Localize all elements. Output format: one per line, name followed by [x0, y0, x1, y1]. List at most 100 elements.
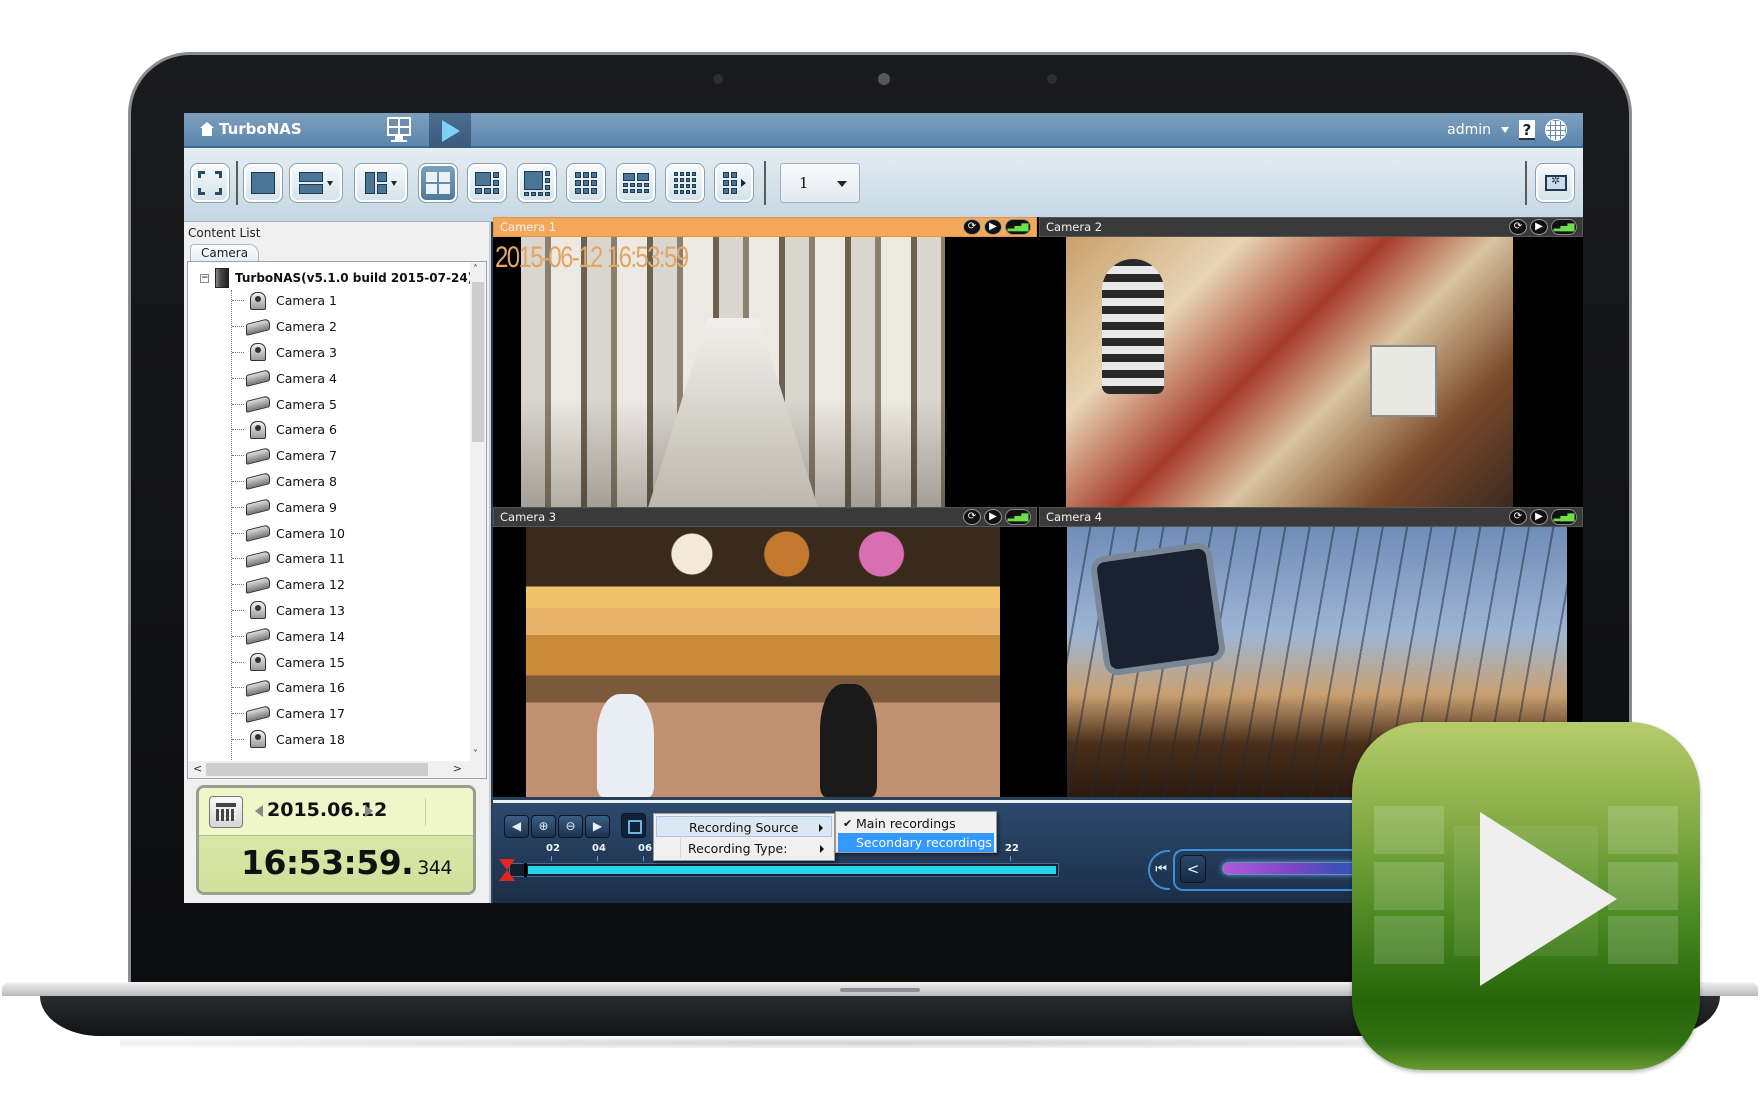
context-menu: Recording Source Recording Type: [653, 813, 835, 861]
camera-list-item[interactable]: Camera 1 [232, 288, 345, 314]
recording-source-submenu: ✔ Main recordings Secondary recordings [835, 811, 997, 853]
menu-item-recording-source[interactable]: Recording Source [656, 816, 832, 837]
recording-options-button[interactable] [621, 813, 646, 838]
layout-9-button[interactable] [566, 163, 606, 203]
layout-10-button[interactable] [616, 163, 656, 203]
fullscreen-button[interactable] [190, 163, 230, 203]
play-icon[interactable]: ▶ [1530, 219, 1548, 235]
refresh-icon[interactable]: ⟳ [1509, 509, 1527, 525]
layout-3-button[interactable] [354, 163, 408, 203]
calendar-icon[interactable] [209, 796, 243, 828]
layout-more-button[interactable] [714, 163, 754, 203]
vertical-scrollbar[interactable]: ˄ ˅ [470, 262, 486, 762]
previous-day-icon[interactable] [255, 805, 263, 817]
signal-icon: ▂▄▆ [1005, 219, 1031, 235]
timeline-track[interactable] [509, 863, 1059, 877]
camera-list-item[interactable]: Camera 15 [232, 649, 345, 675]
monitor-mode-button[interactable] [384, 116, 414, 144]
timeline-prev-button[interactable]: ◀ [504, 815, 529, 838]
user-dropdown-icon[interactable] [1501, 127, 1509, 133]
help-icon[interactable]: ? [1519, 120, 1535, 140]
playback-mode-button[interactable] [429, 113, 471, 148]
camera-list-item[interactable]: Camera 6 [232, 417, 345, 443]
camera-label: Camera 10 [276, 525, 345, 541]
camera-list-item[interactable]: Camera 16 [232, 675, 345, 701]
scrollbar-thumb[interactable] [206, 763, 428, 776]
camera-list-item[interactable]: Camera 8 [232, 469, 345, 495]
timeline-cursor[interactable] [524, 863, 527, 877]
video-cell-2[interactable]: Camera 2 ⟳ ▶ ▂▄▆ [1039, 217, 1583, 507]
camera-list-item[interactable]: Camera 17 [232, 701, 345, 727]
menu-item-secondary-recordings[interactable]: Secondary recordings [838, 833, 994, 852]
layout-6-button[interactable] [467, 163, 507, 203]
scroll-left-icon[interactable]: < [193, 762, 202, 775]
camera-list-item[interactable]: Camera 11 [232, 546, 345, 572]
camera-list-item[interactable]: Camera 7 [232, 443, 345, 469]
video-cell-3[interactable]: Camera 3 ⟳ ▶ ▂▄▆ [493, 507, 1037, 797]
tree-connector [232, 351, 244, 353]
brand[interactable]: TurboNAS [200, 120, 302, 138]
language-globe-icon[interactable] [1545, 119, 1567, 141]
tab-camera[interactable]: Camera [190, 244, 260, 261]
tree-connector [232, 661, 244, 663]
time-marker-icon[interactable] [499, 859, 515, 881]
layout-1x1-icon [251, 172, 275, 194]
page-select[interactable]: 1 [780, 163, 860, 203]
camera-list-item[interactable]: Camera 2 [232, 314, 345, 340]
camera-list-item[interactable]: Camera 3 [232, 340, 345, 366]
scrollbar-thumb[interactable] [472, 282, 484, 442]
refresh-icon[interactable]: ⟳ [963, 219, 981, 235]
camera-list-item[interactable]: Camera 12 [232, 572, 345, 598]
camera-feed-bakery [526, 527, 1000, 797]
camera-list-item[interactable]: Camera 5 [232, 391, 345, 417]
scroll-right-icon[interactable]: > [453, 762, 462, 775]
camera-list-item[interactable]: Camera 9 [232, 494, 345, 520]
camera-header: Camera 2 [1039, 217, 1583, 237]
tree-connector [232, 403, 244, 405]
camera-header: Camera 3 [493, 507, 1037, 527]
user-menu[interactable]: admin [1447, 122, 1491, 138]
tree-root-nas[interactable]: − TurboNAS(v5.1.0 build 2015-07-24) [200, 268, 473, 288]
play-icon[interactable]: ▶ [984, 219, 1002, 235]
menu-item-recording-type[interactable]: Recording Type: [656, 838, 832, 859]
horizontal-scrollbar[interactable]: < > [188, 761, 486, 778]
dome-camera-icon [250, 343, 266, 362]
zoom-in-button[interactable]: ⊕ [531, 815, 556, 838]
camera-list-item[interactable]: Camera 10 [232, 520, 345, 546]
scroll-up-icon[interactable]: ˄ [473, 264, 478, 275]
monitor-foot [391, 140, 407, 142]
menu-item-main-recordings[interactable]: ✔ Main recordings [838, 814, 994, 833]
timeline-next-button[interactable]: ▶ [585, 815, 610, 838]
camera-list-item[interactable]: Camera 4 [232, 365, 345, 391]
video-cell-1[interactable]: Camera 1 ⟳ ▶ ▂▄▆ 2015-06-12 16:53:59 [493, 217, 1037, 507]
tick-label: 06 [638, 843, 652, 861]
camera-label: Camera 4 [276, 370, 337, 386]
jog-back-button[interactable]: < [1180, 855, 1206, 883]
content-list-title: Content List [188, 226, 261, 240]
layout-2-button[interactable] [289, 163, 343, 203]
camera-list-item[interactable]: Camera 18 [232, 727, 345, 753]
camera-list-item[interactable]: Camera 14 [232, 623, 345, 649]
divider [425, 798, 426, 826]
layout-4-button[interactable] [418, 163, 458, 203]
scroll-down-icon[interactable]: ˅ [473, 749, 478, 760]
layout-8-button[interactable] [517, 163, 557, 203]
next-day-icon[interactable] [365, 805, 373, 817]
layout-16-button[interactable] [665, 163, 705, 203]
collapse-icon[interactable]: − [200, 273, 209, 283]
refresh-icon[interactable]: ⟳ [963, 509, 981, 525]
camera-list-item[interactable]: Camera 13 [232, 598, 345, 624]
play-icon[interactable]: ▶ [1530, 509, 1548, 525]
nas-server-icon [215, 268, 229, 288]
settings-button[interactable] [1535, 163, 1575, 203]
camera-list: Camera 1 Camera 2 Camera 3 Camera 4 Camera 5… [232, 288, 345, 752]
play-icon[interactable]: ▶ [984, 509, 1002, 525]
layout-1-button[interactable] [243, 163, 283, 203]
camera-label: Camera 14 [276, 628, 345, 644]
refresh-icon[interactable]: ⟳ [1509, 219, 1527, 235]
zoom-out-button[interactable]: ⊖ [558, 815, 583, 838]
laptop-webcam [878, 73, 890, 85]
tree-connector [232, 635, 244, 637]
camera-header: Camera 1 [493, 217, 1037, 237]
tree-connector [232, 532, 244, 534]
